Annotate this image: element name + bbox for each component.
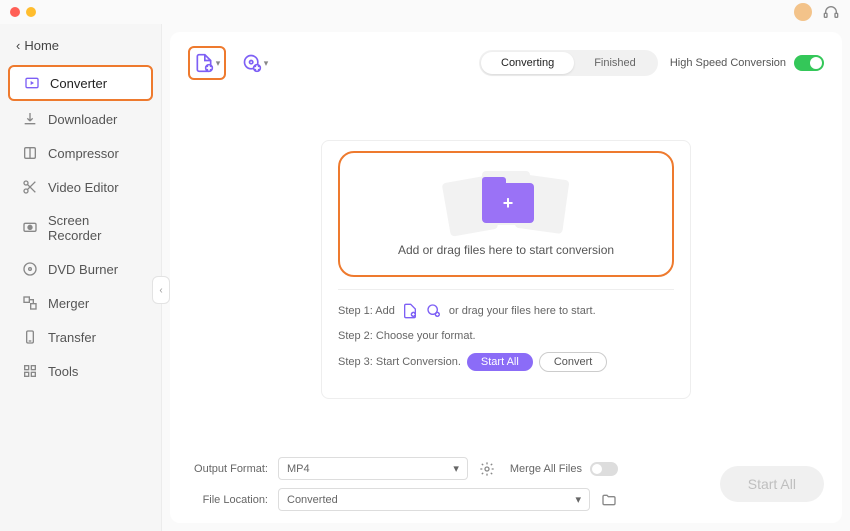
support-icon[interactable] (822, 3, 840, 21)
sidebar-item-downloader[interactable]: Downloader (8, 103, 153, 135)
start-all-button[interactable]: Start All (720, 466, 824, 502)
converter-icon (24, 75, 40, 91)
step-1-suffix: or drag your files here to start. (449, 305, 596, 317)
sidebar-item-label: Compressor (48, 146, 119, 161)
sidebar-item-label: Merger (48, 296, 89, 311)
high-speed-toggle[interactable] (794, 55, 824, 71)
sidebar-item-label: DVD Burner (48, 262, 118, 277)
toolbar: ▾ ▾ Converting Finished High Speed Conve… (188, 46, 824, 80)
sidebar-item-converter[interactable]: Converter (8, 65, 153, 101)
chevron-down-icon: ▾ (453, 462, 459, 475)
chevron-down-icon: ▾ (264, 58, 269, 69)
sidebar-item-label: Converter (50, 76, 107, 91)
file-location-select[interactable]: Converted ▾ (278, 488, 590, 511)
open-folder-icon[interactable] (600, 491, 618, 509)
disc-plus-icon (425, 302, 443, 320)
home-label: Home (24, 38, 59, 53)
scissors-icon (22, 179, 38, 195)
sidebar-item-label: Downloader (48, 112, 117, 127)
sidebar-item-dvd-burner[interactable]: DVD Burner (8, 253, 153, 285)
disc-icon (22, 261, 38, 277)
chevron-left-icon: ‹ (16, 38, 20, 53)
merge-toggle[interactable] (590, 462, 618, 476)
sidebar-item-video-editor[interactable]: Video Editor (8, 171, 153, 203)
user-avatar[interactable] (794, 3, 812, 21)
step-3-prefix: Step 3: Start Conversion. (338, 356, 461, 368)
sidebar-item-compressor[interactable]: Compressor (8, 137, 153, 169)
step-2: Step 2: Choose your format. (338, 330, 674, 342)
merger-icon (22, 295, 38, 311)
sidebar-collapse-handle[interactable]: ‹ (152, 276, 170, 304)
drop-zone-label: Add or drag files here to start conversi… (398, 243, 614, 257)
status-tabs: Converting Finished (479, 50, 658, 76)
footer: Output Format: MP4 ▾ Merge All Files Fil… (188, 447, 824, 511)
title-bar (0, 0, 850, 24)
drop-card: + Add or drag files here to start conver… (321, 140, 691, 399)
sidebar-item-label: Tools (48, 364, 78, 379)
sidebar-item-label: Video Editor (48, 180, 119, 195)
home-link[interactable]: ‹ Home (0, 34, 161, 63)
output-format-label: Output Format: (188, 463, 268, 475)
add-disc-button[interactable]: ▾ (236, 46, 274, 80)
sidebar-item-screen-recorder[interactable]: Screen Recorder (8, 205, 153, 251)
sidebar-item-merger[interactable]: Merger (8, 287, 153, 319)
downloader-icon (22, 111, 38, 127)
close-window-button[interactable] (10, 7, 20, 17)
output-format-select[interactable]: MP4 ▾ (278, 457, 468, 480)
sidebar-item-transfer[interactable]: Transfer (8, 321, 153, 353)
sidebar-item-tools[interactable]: Tools (8, 355, 153, 387)
step-1: Step 1: Add or drag your files here to s… (338, 302, 674, 320)
file-location-label: File Location: (188, 494, 268, 506)
drop-zone[interactable]: + Add or drag files here to start conver… (338, 151, 674, 277)
merge-label: Merge All Files (510, 463, 582, 475)
high-speed-label: High Speed Conversion (670, 57, 786, 69)
grid-icon (22, 363, 38, 379)
add-file-button[interactable]: ▾ (188, 46, 226, 80)
chevron-down-icon: ▾ (216, 58, 221, 69)
output-format-value: MP4 (287, 463, 310, 475)
minimize-window-button[interactable] (26, 7, 36, 17)
start-all-pill[interactable]: Start All (467, 353, 533, 371)
file-location-value: Converted (287, 494, 338, 506)
folder-illustration: + (446, 171, 566, 231)
compressor-icon (22, 145, 38, 161)
settings-gear-icon[interactable] (478, 460, 496, 478)
sidebar-item-label: Transfer (48, 330, 96, 345)
convert-pill[interactable]: Convert (539, 352, 608, 372)
sidebar-item-label: Screen Recorder (48, 213, 139, 243)
transfer-icon (22, 329, 38, 345)
tab-finished[interactable]: Finished (574, 52, 656, 74)
sidebar: ‹ Home Converter Downloader Compressor V… (0, 24, 162, 531)
recorder-icon (22, 220, 38, 236)
tab-converting[interactable]: Converting (481, 52, 574, 74)
step-1-prefix: Step 1: Add (338, 305, 395, 317)
chevron-down-icon: ▾ (575, 493, 581, 506)
step-3: Step 3: Start Conversion. Start All Conv… (338, 352, 674, 372)
file-plus-icon (401, 302, 419, 320)
folder-plus-icon: + (482, 183, 534, 223)
